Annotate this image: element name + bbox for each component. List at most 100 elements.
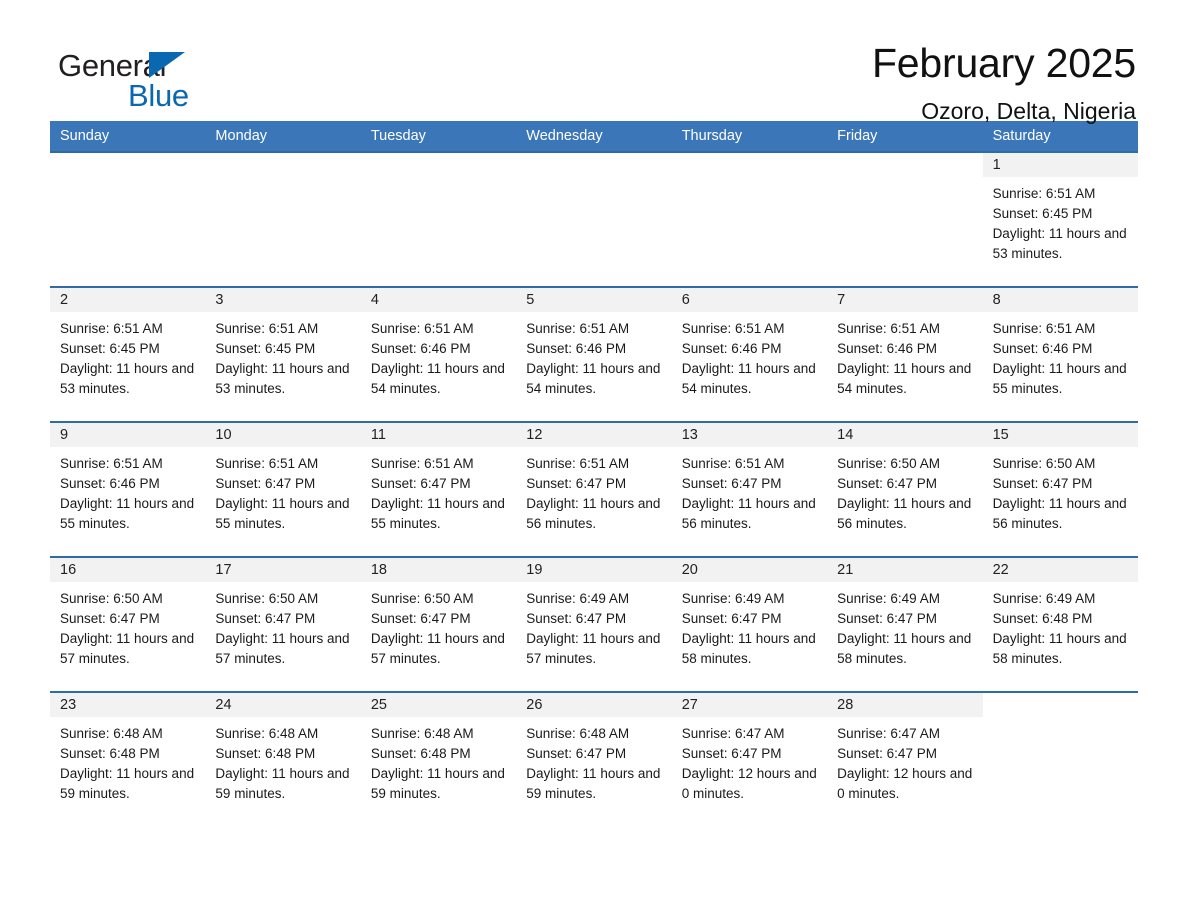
day-details: Sunrise: 6:50 AM Sunset: 6:47 PM Daylight:… [361,582,516,669]
sunrise-text: Sunrise: 6:48 AM [526,726,630,741]
daylight-text: Daylight: 11 hours and 57 minutes. [370,631,505,666]
calendar-day-cell-empty [827,151,983,286]
calendar-day-cell[interactable]: 8 Sunrise: 6:51 AM Sunset: 6:46 PM Daylight… [982,286,1138,421]
calendar-week-row: 23 Sunrise: 6:48 AM Sunset: 6:48 PM Dayligh… [50,691,1138,826]
logo-word-blue: Blue [128,78,189,113]
weekday-header-row: Sunday Monday Tuesday Wednesday Thursday… [50,121,1138,151]
calendar-day-cell[interactable]: 3 Sunrise: 6:51 AM Sunset: 6:45 PM Daylight… [205,286,361,421]
day-details: Sunrise: 6:51 AM Sunset: 6:47 PM Daylight:… [205,447,360,534]
day-details: Sunrise: 6:50 AM Sunset: 6:47 PM Daylight:… [50,582,205,669]
weekday-header-tuesday: Tuesday [370,128,426,144]
sunset-text: Sunset: 6:47 PM [681,476,782,491]
calendar-day-cell[interactable]: 22 Sunrise: 6:49 AM Sunset: 6:48 PM Dayligh… [982,556,1138,691]
sunrise-text: Sunrise: 6:50 AM [370,591,474,606]
day-details: Sunrise: 6:47 AM Sunset: 6:47 PM Daylight:… [827,717,982,804]
daylight-text: Daylight: 11 hours and 57 minutes. [60,631,195,666]
sunrise-text: Sunrise: 6:51 AM [370,456,474,471]
sunrise-text: Sunrise: 6:50 AM [215,591,319,606]
calendar-day-cell[interactable]: 4 Sunrise: 6:51 AM Sunset: 6:46 PM Daylight… [360,286,517,421]
calendar-day-cell[interactable]: 17 Sunrise: 6:50 AM Sunset: 6:47 PM Dayligh… [205,556,361,691]
sunrise-text: Sunrise: 6:51 AM [215,456,319,471]
day-number: 19 [516,558,672,582]
calendar-day-cell[interactable]: 13 Sunrise: 6:51 AM Sunset: 6:47 PM Dayligh… [671,421,828,556]
calendar-day-cell[interactable]: 7 Sunrise: 6:51 AM Sunset: 6:46 PM Daylight… [827,286,983,421]
calendar-page: General Blue February 2025 Ozoro, Delta,… [0,0,1188,918]
calendar-day-cell[interactable]: 20 Sunrise: 6:49 AM Sunset: 6:47 PM Dayligh… [671,556,828,691]
day-number: 28 [827,693,983,717]
calendar-day-cell[interactable]: 2 Sunrise: 6:51 AM Sunset: 6:45 PM Daylight… [50,286,206,421]
daylight-text: Daylight: 11 hours and 56 minutes. [681,496,816,531]
calendar-week-row: 16 Sunrise: 6:50 AM Sunset: 6:47 PM Dayligh… [50,556,1138,691]
calendar-day-cell[interactable]: 10 Sunrise: 6:51 AM Sunset: 6:47 PM Dayligh… [205,421,361,556]
sunset-text: Sunset: 6:48 PM [60,746,160,761]
day-details: Sunrise: 6:51 AM Sunset: 6:45 PM Daylight:… [50,312,205,399]
daylight-text: Daylight: 11 hours and 55 minutes. [60,496,195,531]
sunrise-text: Sunrise: 6:51 AM [681,456,785,471]
sunset-text: Sunset: 6:46 PM [681,341,782,356]
calendar-day-cell[interactable]: 21 Sunrise: 6:49 AM Sunset: 6:47 PM Dayligh… [827,556,983,691]
calendar-day-cell[interactable]: 24 Sunrise: 6:48 AM Sunset: 6:48 PM Dayligh… [205,691,361,826]
calendar-day-cell[interactable]: 11 Sunrise: 6:51 AM Sunset: 6:47 PM Dayligh… [360,421,517,556]
calendar-day-cell[interactable]: 16 Sunrise: 6:50 AM Sunset: 6:47 PM Dayligh… [50,556,206,691]
calendar-day-cell[interactable]: 6 Sunrise: 6:51 AM Sunset: 6:46 PM Daylight… [671,286,828,421]
sunrise-text: Sunrise: 6:51 AM [60,456,163,471]
page-header: General Blue February 2025 Ozoro, Delta,… [50,0,1138,123]
day-details: Sunrise: 6:51 AM Sunset: 6:46 PM Daylight:… [361,312,516,399]
day-number: 9 [50,423,206,447]
daylight-text: Daylight: 11 hours and 55 minutes. [370,496,505,531]
weekday-header-saturday: Saturday [992,128,1051,144]
day-details: Sunrise: 6:49 AM Sunset: 6:48 PM Daylight:… [983,582,1138,669]
day-details: Sunrise: 6:47 AM Sunset: 6:47 PM Daylight:… [672,717,827,804]
daylight-text: Daylight: 11 hours and 53 minutes. [992,226,1127,261]
daylight-text: Daylight: 11 hours and 57 minutes. [215,631,350,666]
weekday-header-friday: Friday [837,128,878,144]
calendar-day-cell[interactable]: 15 Sunrise: 6:50 AM Sunset: 6:47 PM Dayligh… [982,421,1138,556]
calendar-day-cell[interactable]: 18 Sunrise: 6:50 AM Sunset: 6:47 PM Dayligh… [360,556,517,691]
day-number: 2 [50,288,206,312]
daylight-text: Daylight: 11 hours and 55 minutes. [992,361,1127,396]
sunrise-text: Sunrise: 6:50 AM [60,591,163,606]
calendar-week-row: 1 Sunrise: 6:51 AM Sunset: 6:45 PM Daylight… [50,151,1138,286]
sunset-text: Sunset: 6:45 PM [992,206,1093,221]
sunrise-text: Sunrise: 6:51 AM [992,186,1096,201]
day-number: 22 [982,558,1138,582]
daylight-text: Daylight: 11 hours and 54 minutes. [681,361,816,396]
calendar-day-cell[interactable]: 1 Sunrise: 6:51 AM Sunset: 6:45 PM Daylight… [982,151,1138,286]
day-number: 10 [205,423,361,447]
sunset-text: Sunset: 6:47 PM [370,476,471,491]
day-number: 8 [982,288,1138,312]
calendar-day-cell[interactable]: 28 Sunrise: 6:47 AM Sunset: 6:47 PM Dayligh… [827,691,983,826]
calendar-day-cell[interactable]: 26 Sunrise: 6:48 AM Sunset: 6:47 PM Dayligh… [516,691,672,826]
calendar-day-cell[interactable]: 12 Sunrise: 6:51 AM Sunset: 6:47 PM Dayligh… [516,421,672,556]
sunrise-text: Sunrise: 6:51 AM [370,321,474,336]
day-number: 12 [516,423,672,447]
day-details: Sunrise: 6:49 AM Sunset: 6:47 PM Daylight:… [827,582,982,669]
sunrise-text: Sunrise: 6:50 AM [992,456,1096,471]
day-details: Sunrise: 6:50 AM Sunset: 6:47 PM Daylight:… [983,447,1138,534]
day-number: 21 [827,558,983,582]
calendar-day-cell[interactable]: 19 Sunrise: 6:49 AM Sunset: 6:47 PM Dayligh… [516,556,672,691]
calendar-day-cell[interactable]: 27 Sunrise: 6:47 AM Sunset: 6:47 PM Dayligh… [671,691,828,826]
sunrise-text: Sunrise: 6:48 AM [215,726,319,741]
daylight-text: Daylight: 11 hours and 57 minutes. [526,631,661,666]
day-number: 16 [50,558,206,582]
calendar-day-cell[interactable]: 25 Sunrise: 6:48 AM Sunset: 6:48 PM Dayligh… [360,691,517,826]
sunset-text: Sunset: 6:47 PM [992,476,1093,491]
day-details: Sunrise: 6:49 AM Sunset: 6:47 PM Daylight:… [672,582,827,669]
sunset-text: Sunset: 6:45 PM [215,341,316,356]
sunrise-text: Sunrise: 6:51 AM [992,321,1096,336]
calendar-weeks: 1 Sunrise: 6:51 AM Sunset: 6:45 PM Daylight… [50,151,1138,826]
day-details: Sunrise: 6:50 AM Sunset: 6:47 PM Daylight:… [205,582,360,669]
calendar-day-cell[interactable]: 9 Sunrise: 6:51 AM Sunset: 6:46 PM Daylight… [50,421,206,556]
generalblue-logo[interactable]: General Blue [50,42,200,112]
daylight-text: Daylight: 11 hours and 56 minutes. [837,496,972,531]
calendar-day-cell-empty [516,151,672,286]
calendar-day-cell[interactable]: 14 Sunrise: 6:50 AM Sunset: 6:47 PM Dayligh… [827,421,983,556]
calendar-day-cell[interactable]: 5 Sunrise: 6:51 AM Sunset: 6:46 PM Daylight… [516,286,672,421]
calendar-day-cell-empty [982,691,1138,826]
day-number: 3 [205,288,361,312]
day-number: 15 [982,423,1138,447]
sunset-text: Sunset: 6:45 PM [60,341,160,356]
sunrise-text: Sunrise: 6:51 AM [681,321,785,336]
calendar-day-cell[interactable]: 23 Sunrise: 6:48 AM Sunset: 6:48 PM Dayligh… [50,691,206,826]
